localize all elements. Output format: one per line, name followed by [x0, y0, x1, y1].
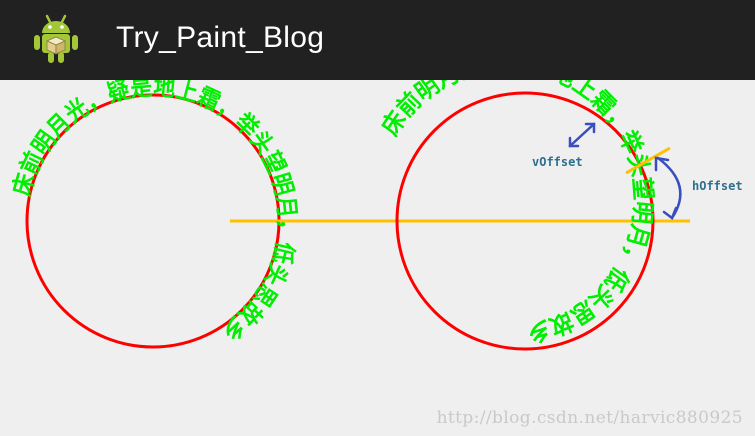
app-title: Try_Paint_Blog: [116, 21, 325, 54]
action-bar: Try_Paint_Blog: [0, 0, 755, 80]
android-robot-icon[interactable]: [32, 13, 80, 65]
right-path-text: 床前明月光，疑是地上霜，举头望明月，低头思故乡: [376, 80, 657, 348]
watermark: http://blog.csdn.net/harvic880925: [436, 408, 743, 428]
right-drawing: 床前明月光，疑是地上霜，举头望明月，低头思故乡 vOffset hOffset: [376, 80, 743, 351]
hoffset-label: hOffset: [692, 179, 743, 193]
left-path-text: 床前明月光，疑是地上霜，举头望明月，低头思故乡: [8, 80, 302, 346]
voffset-label: vOffset: [532, 155, 583, 169]
drawing-canvas: 床前明月光，疑是地上霜，举头望明月，低头思故乡 床前明月光，疑是地上霜，举头望明…: [8, 80, 743, 351]
voffset-arrow-icon: [568, 122, 596, 148]
hoffset-arrow-icon: [654, 156, 682, 220]
